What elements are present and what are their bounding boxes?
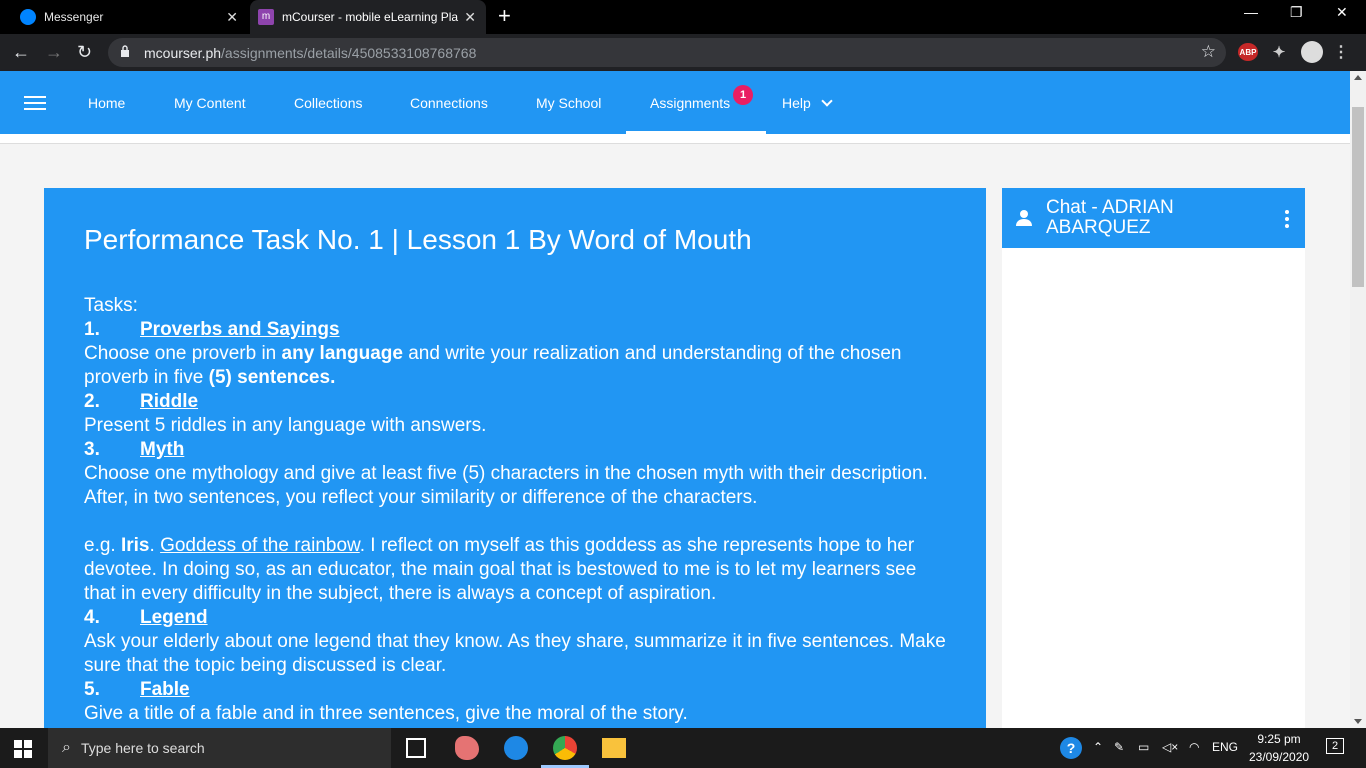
browser-menu-icon[interactable]: ⋮ <box>1333 43 1349 61</box>
clock-time[interactable]: 9:25 pm <box>1255 732 1303 746</box>
notifications-icon[interactable]: 2 <box>1326 738 1344 754</box>
nav-assignments[interactable]: Assignments <box>650 95 730 111</box>
assignment-body: Tasks: 1. Proverbs and Sayings Choose one… <box>84 294 946 726</box>
nav-help-label: Help <box>782 95 811 111</box>
mcourser-icon: m <box>258 9 274 25</box>
show-hidden-icons-chevron-icon[interactable]: ⌃ <box>1093 740 1103 754</box>
scrollbar-thumb[interactable] <box>1352 107 1364 287</box>
task-text-2: Present 5 riddles in any language with a… <box>84 415 487 436</box>
window-close-icon[interactable]: ✕ <box>1336 4 1348 21</box>
search-placeholder: Type here to search <box>80 740 205 756</box>
nav-home[interactable]: Home <box>88 95 125 111</box>
help-icon[interactable]: ? <box>1060 737 1082 759</box>
task-text-1: Choose one proverb in any language and w… <box>84 343 902 388</box>
chrome-icon[interactable] <box>553 736 577 760</box>
task-text-3: Choose one mythology and give at least f… <box>84 463 928 508</box>
subheader-bar <box>0 134 1350 144</box>
url-bar[interactable]: mcourser.ph/assignments/details/45085331… <box>108 38 1226 67</box>
nav-collections[interactable]: Collections <box>294 95 362 111</box>
tasks-label: Tasks: <box>84 295 138 316</box>
file-explorer-icon[interactable] <box>602 738 626 758</box>
volume-icon[interactable]: ◁× <box>1162 740 1178 754</box>
url-host: mcourser.ph <box>144 44 222 61</box>
task-item-2: 2. Riddle <box>84 391 199 412</box>
taskbar-search-box[interactable]: ⌕ Type here to search <box>48 728 391 768</box>
task-heading: Legend <box>140 607 208 628</box>
reload-icon[interactable]: ↻ <box>77 42 92 62</box>
new-tab-button[interactable]: + <box>498 4 511 28</box>
clock-date[interactable]: 23/09/2020 <box>1249 750 1309 764</box>
browser-tab-strip: Messenger ✕ m mCourser - mobile eLearnin… <box>0 0 1366 34</box>
task-item-3: 3. Myth <box>84 439 185 460</box>
task-text-4: Ask your elderly about one legend that t… <box>84 631 946 676</box>
scroll-up-icon[interactable] <box>1354 75 1362 80</box>
adblock-icon[interactable]: ABP <box>1238 43 1258 61</box>
pen-icon[interactable]: ✎ <box>1114 740 1124 754</box>
assignment-card: Performance Task No. 1 | Lesson 1 By Wor… <box>44 188 986 728</box>
task-view-icon[interactable] <box>406 738 426 758</box>
restore-icon[interactable]: ❐ <box>1290 4 1303 21</box>
task-item-5: 5. Fable <box>84 679 190 700</box>
windows-taskbar: ⌕ Type here to search ? ⌃ ✎ ▭ ◁× ◠ ENG 9… <box>0 728 1366 768</box>
minimize-icon[interactable]: — <box>1244 4 1258 20</box>
notification-badge: 1 <box>733 85 753 105</box>
extensions-icon[interactable]: ✦ <box>1270 43 1288 61</box>
back-icon[interactable]: ← <box>12 42 30 62</box>
chat-panel: Chat - ADRIAN ABARQUEZ <box>1002 188 1305 728</box>
task-text-5: Give a title of a fable and in three sen… <box>84 703 688 724</box>
messenger-icon <box>20 9 36 25</box>
paint-icon[interactable] <box>455 736 479 760</box>
windows-start-icon[interactable] <box>14 740 32 758</box>
example-text: e.g. Iris. Goddess of the rainbow. I ref… <box>84 535 917 604</box>
task-heading: Proverbs and Sayings <box>140 319 340 340</box>
bookmark-star-icon[interactable]: ☆ <box>1201 42 1216 62</box>
task-heading: Myth <box>140 439 185 460</box>
site-navbar: Home My Content Collections Connections … <box>0 71 1350 134</box>
task-heading: Fable <box>140 679 190 700</box>
task-item-4: 4. Legend <box>84 607 208 628</box>
battery-icon[interactable]: ▭ <box>1138 740 1149 754</box>
chevron-down-icon <box>821 95 833 107</box>
close-tab-icon[interactable]: ✕ <box>226 9 238 26</box>
nav-connections[interactable]: Connections <box>410 95 488 111</box>
chat-menu-icon[interactable] <box>1285 210 1289 231</box>
task-item-1: 1. Proverbs and Sayings <box>84 319 340 340</box>
task-heading: Riddle <box>140 391 199 412</box>
scroll-down-icon[interactable] <box>1354 719 1362 724</box>
profile-avatar[interactable] <box>1301 41 1323 63</box>
page-title: Performance Task No. 1 | Lesson 1 By Wor… <box>84 224 752 255</box>
language-indicator[interactable]: ENG <box>1212 740 1238 754</box>
tab-mcourser[interactable]: m mCourser - mobile eLearning Pla ✕ <box>250 0 486 34</box>
nav-my-school[interactable]: My School <box>536 95 601 111</box>
edge-icon[interactable] <box>504 736 528 760</box>
chat-title: Chat - ADRIAN ABARQUEZ <box>1046 197 1174 238</box>
url-path: /assignments/details/4508533108768768 <box>221 44 477 61</box>
tab-messenger[interactable]: Messenger ✕ <box>12 0 248 34</box>
tab-label: mCourser - mobile eLearning Pla <box>282 10 459 24</box>
user-icon <box>1016 210 1032 226</box>
hamburger-menu-icon[interactable] <box>24 96 46 110</box>
forward-icon[interactable]: → <box>45 42 63 62</box>
tab-label: Messenger <box>44 10 104 24</box>
search-icon: ⌕ <box>62 739 71 756</box>
nav-my-content[interactable]: My Content <box>174 95 246 111</box>
address-toolbar: ← → ↻ mcourser.ph/assignments/details/45… <box>0 34 1366 71</box>
close-tab-icon[interactable]: ✕ <box>464 9 476 26</box>
nav-help[interactable]: Help <box>782 95 833 111</box>
wifi-icon[interactable]: ◠ <box>1189 740 1199 754</box>
page-scrollbar[interactable] <box>1350 71 1366 728</box>
lock-icon <box>121 45 129 57</box>
chat-header: Chat - ADRIAN ABARQUEZ <box>1002 188 1305 248</box>
